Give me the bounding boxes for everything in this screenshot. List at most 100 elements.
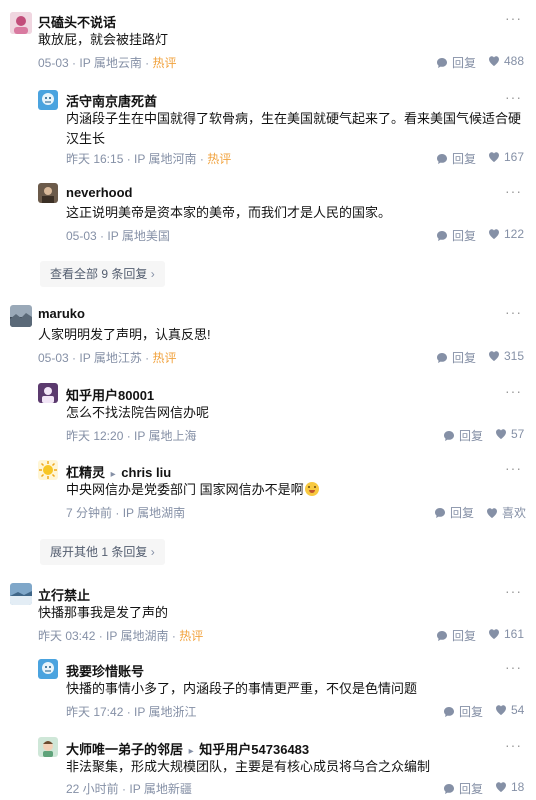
comment-author[interactable]: 杠精灵 ▸ chris liu: [66, 462, 171, 481]
ip-location: IP 属地美国: [107, 229, 170, 243]
reply-bubble-icon: [437, 630, 447, 641]
comment-text: 中央网信办是党委部门 国家网信办不是啊: [66, 480, 319, 500]
comment-author[interactable]: neverhood: [66, 185, 132, 200]
reply-bubble-icon: [444, 783, 454, 794]
heart-icon: [496, 705, 506, 715]
heart-icon: [489, 629, 499, 639]
comment-meta: 昨天 16:15 · IP 属地河南 · 热评: [66, 152, 232, 166]
laughing-emoji-icon: [304, 482, 319, 496]
reply-button[interactable]: 回复: [436, 227, 476, 244]
avatar[interactable]: [38, 460, 58, 480]
expand-replies-button[interactable]: 展开其他 1 条回复 ›: [40, 539, 165, 565]
ip-location: IP 属地江苏: [79, 351, 142, 365]
like-button[interactable]: 315: [488, 349, 524, 363]
heart-icon: [496, 429, 506, 439]
comment-meta: 05-03 · IP 属地江苏 · 热评: [38, 351, 177, 365]
reply-button[interactable]: 回复: [436, 349, 476, 366]
like-button[interactable]: 161: [488, 627, 524, 641]
comment-meta: 昨天 17:42 · IP 属地浙江: [66, 705, 197, 719]
reply-label: 回复: [452, 56, 477, 70]
avatar[interactable]: [38, 90, 58, 110]
like-count: 57: [511, 427, 525, 441]
avatar[interactable]: [38, 183, 58, 203]
more-dots-icon[interactable]: ···: [505, 10, 522, 26]
like-label: 喜欢: [502, 506, 527, 520]
hot-badge: 热评: [179, 629, 204, 643]
ip-location: IP 属地湖南: [106, 629, 169, 643]
like-button[interactable]: 57: [495, 427, 524, 441]
like-count: 54: [511, 703, 525, 717]
avatar[interactable]: [38, 737, 58, 757]
like-button[interactable]: 122: [488, 227, 524, 241]
comment-text: 内涵段子生在中国就得了软骨病，生在美国就硬气起来了。看来美国气候适合硬汉生长: [66, 111, 522, 146]
reply-button[interactable]: 回复: [443, 703, 483, 720]
comment-author-name[interactable]: 杠精灵: [66, 465, 105, 480]
reply-label: 回复: [452, 229, 477, 243]
comment-text: 这正说明美帝是资本家的美帝，而我们才是人民的国家。: [66, 205, 392, 220]
reply-button[interactable]: 回复: [436, 627, 476, 644]
like-button[interactable]: 167: [488, 150, 524, 164]
comment-date: 昨天 03:42: [38, 629, 96, 643]
heart-icon: [496, 782, 506, 792]
hot-badge: 热评: [207, 152, 232, 166]
reply-label: 回复: [459, 705, 484, 719]
comment-author[interactable]: 我要珍惜账号: [66, 661, 144, 680]
like-button[interactable]: 488: [488, 54, 524, 68]
comment-meta: 昨天 12:20 · IP 属地上海: [66, 429, 197, 443]
ip-location: IP 属地新疆: [129, 782, 192, 796]
like-button[interactable]: 18: [495, 780, 524, 794]
hot-badge: 热评: [152, 351, 177, 365]
reply-button[interactable]: 回复: [434, 504, 474, 521]
avatar[interactable]: [10, 583, 32, 605]
more-dots-icon[interactable]: ···: [505, 737, 522, 753]
avatar[interactable]: [10, 12, 32, 34]
comment-author[interactable]: 活守南京唐死酋: [66, 91, 157, 110]
reply-button[interactable]: 回复: [443, 780, 483, 797]
comment-author[interactable]: 立行禁止: [38, 585, 90, 604]
comment-date: 昨天 12:20: [66, 429, 124, 443]
more-dots-icon[interactable]: ···: [505, 89, 522, 105]
reply-button[interactable]: 回复: [436, 54, 476, 71]
like-count: 167: [504, 150, 525, 164]
view-all-replies-button[interactable]: 查看全部 9 条回复 ›: [40, 261, 165, 287]
avatar[interactable]: [38, 383, 58, 403]
like-button[interactable]: 54: [495, 703, 524, 717]
reply-bubble-icon: [435, 507, 445, 518]
comment-meta: 05-03 · IP 属地云南 · 热评: [38, 56, 177, 70]
reply-to-arrow-icon: ▸: [110, 469, 116, 480]
more-dots-icon[interactable]: ···: [505, 460, 522, 476]
comment-author[interactable]: maruko: [38, 306, 85, 321]
reply-button[interactable]: 回复: [443, 427, 483, 444]
more-dots-icon[interactable]: ···: [505, 383, 522, 399]
comment-author[interactable]: 只磕头不说话: [38, 12, 116, 31]
avatar[interactable]: [10, 305, 32, 327]
comment-meta: 05-03 · IP 属地美国: [66, 229, 170, 243]
like-count: 488: [504, 54, 525, 68]
avatar[interactable]: [38, 659, 58, 679]
more-dots-icon[interactable]: ···: [505, 304, 522, 320]
comment-author-name[interactable]: 大师唯一弟子的邻居: [66, 742, 183, 757]
reply-bubble-icon: [444, 430, 454, 441]
comment-date: 昨天 17:42: [66, 705, 124, 719]
more-dots-icon[interactable]: ···: [505, 659, 522, 675]
reply-to-user[interactable]: chris liu: [121, 465, 171, 480]
view-all-replies-label: 查看全部 9 条回复: [50, 267, 148, 281]
comment-text: 敢放屁，就会被挂路灯: [38, 32, 169, 47]
like-button[interactable]: 喜欢: [486, 504, 526, 521]
reply-to-user[interactable]: 知乎用户54736483: [199, 742, 309, 757]
comment-date: 05-03: [38, 56, 69, 70]
reply-button[interactable]: 回复: [436, 150, 476, 167]
reply-label: 回复: [459, 782, 484, 796]
comment-meta: 昨天 03:42 · IP 属地湖南 · 热评: [38, 629, 204, 643]
more-dots-icon[interactable]: ···: [505, 583, 522, 599]
reply-bubble-icon: [437, 230, 447, 241]
comment-author[interactable]: 大师唯一弟子的邻居 ▸ 知乎用户54736483: [66, 739, 309, 758]
comment-date: 昨天 16:15: [66, 152, 124, 166]
ip-location: IP 属地云南: [79, 56, 142, 70]
reply-bubble-icon: [437, 57, 447, 68]
reply-label: 回复: [459, 429, 484, 443]
heart-icon: [489, 229, 499, 239]
more-dots-icon[interactable]: ···: [505, 183, 522, 199]
comment-date: 7 分钟前: [66, 506, 113, 520]
comment-author[interactable]: 知乎用户80001: [66, 385, 154, 404]
